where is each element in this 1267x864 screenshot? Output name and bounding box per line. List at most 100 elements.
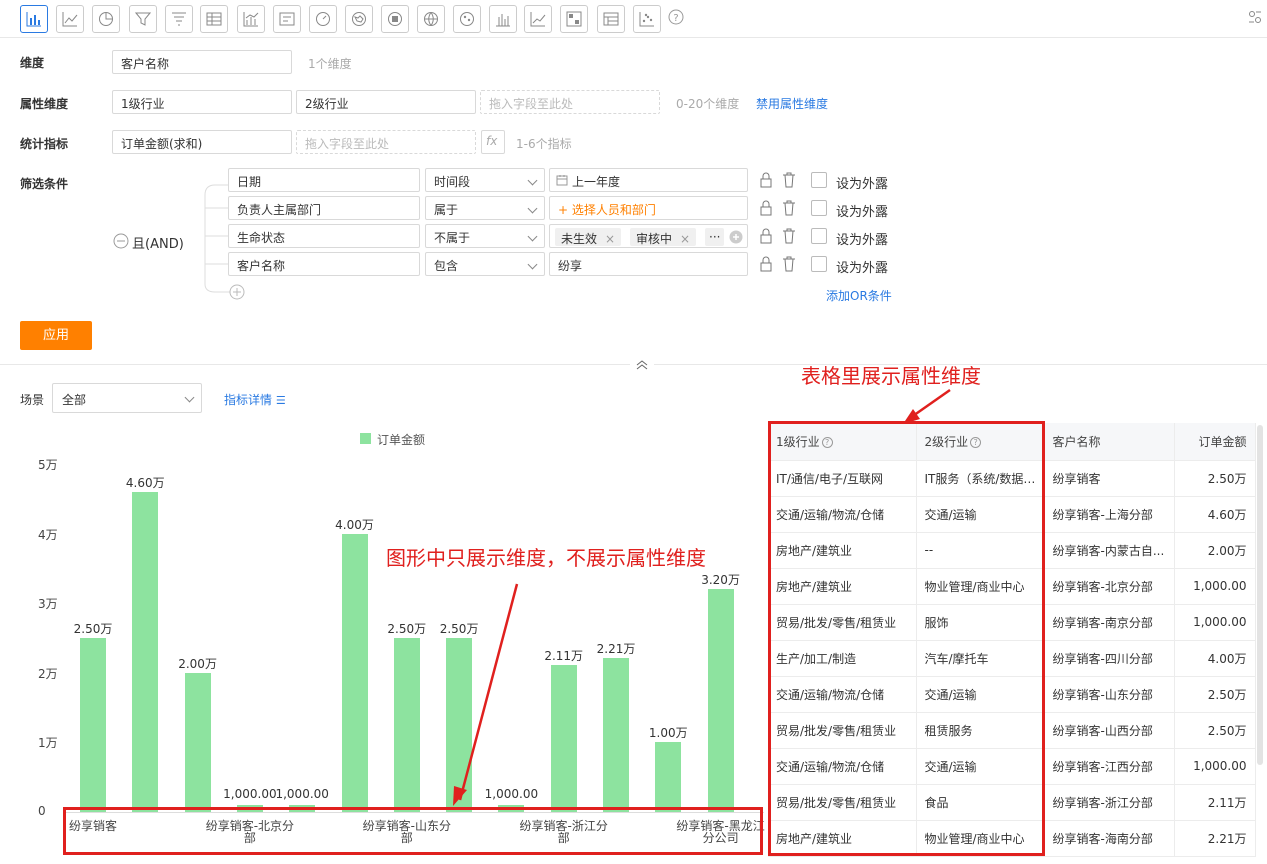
map-world-icon[interactable]: [417, 5, 445, 33]
lock-icon[interactable]: [759, 200, 773, 216]
lock-icon[interactable]: [759, 256, 773, 272]
bar[interactable]: [132, 491, 159, 812]
heatmap-icon[interactable]: [560, 5, 588, 33]
trash-icon[interactable]: [782, 200, 796, 216]
table-cell: 纷享销客-南京分部: [1044, 604, 1175, 641]
bar-chart-icon[interactable]: [20, 5, 48, 33]
dimension-field[interactable]: 客户名称: [112, 50, 292, 74]
table-cell: 2.11万: [1174, 784, 1256, 821]
table-icon[interactable]: [200, 5, 228, 33]
filter-field-lifecycle[interactable]: 生命状态: [228, 224, 420, 248]
trash-icon[interactable]: [782, 172, 796, 188]
apply-button[interactable]: 应用: [20, 321, 92, 350]
table-cell: 纷享销客-北京分部: [1044, 568, 1175, 605]
filter-value-lifecycle[interactable]: 未生效 × 审核中 × ···: [549, 224, 748, 248]
combo-chart-icon[interactable]: [237, 5, 265, 33]
bar[interactable]: [603, 658, 629, 812]
funnel-icon[interactable]: [129, 5, 157, 33]
filter-op-date[interactable]: 时间段: [425, 168, 545, 192]
table-header-cell[interactable]: 客户名称: [1044, 423, 1175, 461]
close-icon[interactable]: ×: [680, 232, 690, 246]
tag-inactive: 未生效 ×: [555, 228, 622, 246]
table-header-cell[interactable]: 订单金额: [1174, 423, 1256, 461]
and-label: 且(AND): [132, 237, 184, 252]
collapse-minus-icon[interactable]: [113, 233, 129, 252]
close-icon[interactable]: ×: [605, 232, 615, 246]
add-or-condition-link[interactable]: 添加OR条件: [826, 287, 892, 304]
map-china-icon[interactable]: [345, 5, 373, 33]
table-cell: 2.21万: [1174, 820, 1256, 857]
table-cell: 1,000.00: [1174, 748, 1256, 785]
add-condition-plus-icon[interactable]: [229, 284, 245, 303]
bar[interactable]: [655, 742, 682, 812]
collapse-up-icon[interactable]: [630, 357, 654, 373]
pie-chart-icon[interactable]: [92, 5, 120, 33]
attr-dimension-field-2[interactable]: 2级行业: [296, 90, 476, 114]
bar-data-label: 4.60万: [125, 475, 165, 490]
expose-label: 设为外露: [836, 177, 889, 192]
select-people-department-button[interactable]: + 选择人员和部门: [549, 196, 748, 220]
bar[interactable]: [341, 533, 368, 812]
disable-attr-dimension-link[interactable]: 禁用属性维度: [756, 95, 828, 112]
trash-icon[interactable]: [782, 256, 796, 272]
attr-dimension-label: 属性维度: [20, 97, 69, 111]
bar[interactable]: [184, 672, 211, 812]
attr-dimension-field-1[interactable]: 1级行业: [112, 90, 292, 114]
chart-type-toolbar: ?: [0, 0, 1267, 38]
table-cell: 纷享销客-四川分部: [1044, 640, 1175, 677]
funnel-alt-icon[interactable]: [165, 5, 193, 33]
legend-label[interactable]: 订单金额: [377, 431, 425, 448]
map-province-icon[interactable]: [381, 5, 409, 33]
bar[interactable]: [80, 638, 106, 812]
trash-icon[interactable]: [782, 228, 796, 244]
lock-icon[interactable]: [759, 228, 773, 244]
expose-label: 设为外露: [836, 261, 889, 276]
y-tick-label: 5万: [38, 458, 58, 472]
bar-data-label: 3.20万: [701, 573, 740, 588]
table-cell: 纷享销客-内蒙古自...: [1044, 532, 1175, 569]
expose-checkbox[interactable]: [811, 256, 827, 272]
attr-dimension-hint: 0-20个维度: [676, 97, 740, 111]
expose-checkbox[interactable]: [811, 228, 827, 244]
chart-annotation-arrow: [453, 583, 519, 806]
settings-swap-icon[interactable]: [1247, 9, 1263, 28]
table-cell: 纷享销客-山东分部: [1044, 676, 1175, 713]
scene-select[interactable]: 全部: [52, 383, 202, 413]
add-circle-icon[interactable]: [729, 230, 743, 244]
attr-dimension-drop-zone[interactable]: 拖入字段至此处: [480, 90, 660, 114]
lock-icon[interactable]: [759, 172, 773, 188]
pivot-table-icon[interactable]: [597, 5, 625, 33]
metric-drop-zone[interactable]: 拖入字段至此处: [296, 130, 476, 154]
more-tags-button[interactable]: ···: [705, 228, 725, 246]
filter-field-date[interactable]: 日期: [228, 168, 420, 192]
filter-op-department[interactable]: 属于: [425, 196, 545, 220]
bar[interactable]: [707, 589, 734, 812]
card-icon[interactable]: [273, 5, 301, 33]
metric-field[interactable]: 订单金额(求和): [112, 130, 292, 154]
help-icon[interactable]: ?: [668, 9, 684, 28]
filter-value-customer[interactable]: 纷享: [549, 252, 748, 276]
histogram-icon[interactable]: [489, 5, 517, 33]
expose-checkbox[interactable]: [811, 200, 827, 216]
area-chart-icon[interactable]: [524, 5, 552, 33]
filter-op-lifecycle[interactable]: 不属于: [425, 224, 545, 248]
table-cell: 2.00万: [1174, 532, 1256, 569]
bar[interactable]: [550, 665, 577, 812]
y-tick-label: 4万: [38, 527, 58, 542]
expose-checkbox[interactable]: [811, 172, 827, 188]
filter-field-department[interactable]: 负责人主属部门: [228, 196, 420, 220]
filter-field-customer[interactable]: 客户名称: [228, 252, 420, 276]
formula-button[interactable]: fx: [481, 130, 505, 154]
chevron-down-icon: [527, 203, 538, 214]
line-chart-icon[interactable]: [56, 5, 84, 33]
calendar-icon: [556, 175, 568, 186]
metric-detail-link[interactable]: 指标详情 ☰: [224, 391, 286, 408]
table-scrollbar[interactable]: [1257, 425, 1263, 765]
filter-value-date[interactable]: 上一年度: [549, 168, 748, 192]
scatter-chart-icon[interactable]: [633, 5, 661, 33]
map-city-icon[interactable]: [453, 5, 481, 33]
bar[interactable]: [393, 638, 420, 812]
filter-op-customer[interactable]: 包含: [425, 252, 545, 276]
gauge-icon[interactable]: [309, 5, 337, 33]
metric-label: 统计指标: [20, 137, 69, 151]
